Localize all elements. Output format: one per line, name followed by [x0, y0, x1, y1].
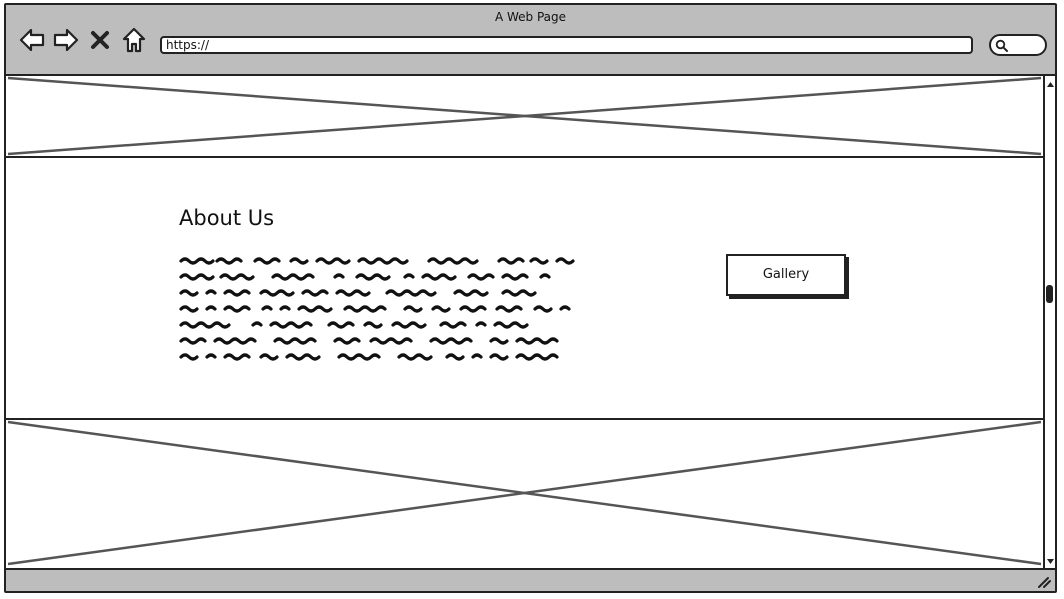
forward-arrow-icon[interactable] — [52, 26, 80, 54]
home-icon[interactable] — [120, 26, 148, 54]
about-heading: About Us — [179, 206, 275, 230]
scroll-thumb[interactable] — [1046, 285, 1053, 303]
page-content: About Us Gallery — [6, 76, 1043, 568]
scroll-down-arrow-icon[interactable] — [1046, 557, 1055, 566]
header-image-placeholder — [6, 76, 1043, 158]
placeholder-text-block — [179, 257, 575, 361]
magnifier-icon — [995, 39, 1008, 52]
nav-buttons — [18, 25, 148, 55]
search-input[interactable] — [989, 34, 1047, 56]
vertical-scrollbar[interactable] — [1043, 76, 1055, 568]
gallery-button[interactable]: Gallery — [726, 254, 846, 296]
back-arrow-icon[interactable] — [18, 26, 46, 54]
address-bar-input[interactable]: https:// — [160, 36, 973, 54]
about-section: About Us Gallery — [6, 158, 1043, 418]
browser-window: A Web Page https:// About Us Gallery — [4, 3, 1057, 593]
scroll-up-arrow-icon[interactable] — [1046, 80, 1055, 89]
browser-toolbar: A Web Page https:// — [6, 5, 1055, 76]
resize-grip-icon[interactable] — [1037, 574, 1051, 588]
close-x-icon[interactable] — [86, 26, 114, 54]
footer-image-placeholder — [6, 418, 1043, 568]
window-title: A Web Page — [494, 10, 567, 24]
status-bar — [6, 568, 1055, 591]
